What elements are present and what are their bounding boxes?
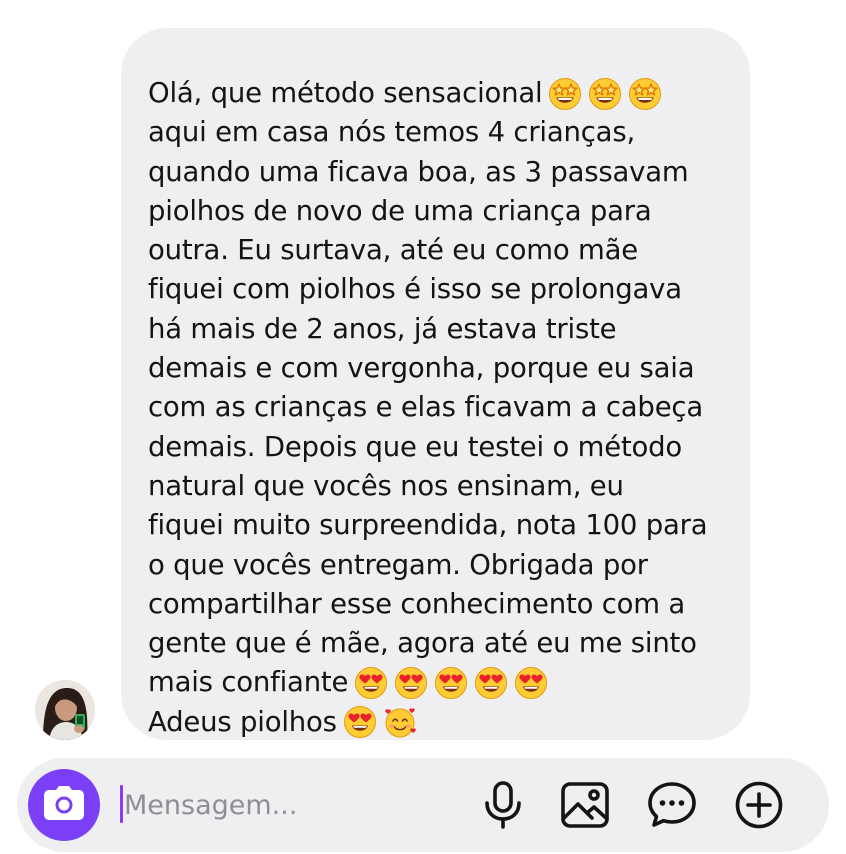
message-bubble[interactable]: Olá, que método sensacional aqui em casa … xyxy=(121,28,750,740)
heart-eyes-emoji-icon xyxy=(514,666,548,700)
sticker-button[interactable] xyxy=(642,775,702,835)
gallery-button[interactable] xyxy=(555,775,615,835)
heart-eyes-emoji-icon xyxy=(474,666,508,700)
sender-avatar[interactable] xyxy=(35,680,95,740)
message-line-text: compartilhar esse conhecimento com a xyxy=(148,587,686,620)
message-line: gente que é mãe, agora até eu me sinto xyxy=(148,624,728,663)
message-input[interactable] xyxy=(124,780,454,830)
plus-circle-icon xyxy=(735,781,783,829)
microphone-icon xyxy=(483,781,523,829)
camera-icon xyxy=(44,786,84,824)
message-line: demais e com vergonha, porque eu saia xyxy=(148,349,728,388)
message-line-text: o que vocês entregam. Obrigada por xyxy=(148,548,648,581)
heart-eyes-emoji-icon xyxy=(354,666,388,700)
heart-eyes-emoji-icon xyxy=(343,705,377,739)
message-line: aqui em casa nós temos 4 crianças, xyxy=(148,113,728,152)
message-line: Adeus piolhos xyxy=(148,703,728,742)
message-line-text: demais e com vergonha, porque eu saia xyxy=(148,352,695,385)
message-line: com as crianças e elas ficavam a cabeça xyxy=(148,388,728,427)
message-line-text: demais. Depois que eu testei o método xyxy=(148,430,683,463)
message-line-text: há mais de 2 anos, já estava triste xyxy=(148,312,617,345)
chat-thread: Olá, que método sensacional aqui em casa … xyxy=(0,0,846,854)
smiling-face-with-hearts-emoji-icon xyxy=(383,705,417,739)
message-line-text: natural que vocês nos ensinam, eu xyxy=(148,469,624,502)
message-line: o que vocês entregam. Obrigada por xyxy=(148,546,728,585)
message-line: fiquei muito surpreendida, nota 100 para xyxy=(148,506,728,545)
message-line: fiquei com piolhos é isso se prolongava xyxy=(148,270,728,309)
camera-button[interactable] xyxy=(28,769,100,841)
heart-eyes-emoji-icon xyxy=(434,666,468,700)
message-line-text: mais confiante xyxy=(148,666,349,699)
message-composer xyxy=(17,758,829,852)
chat-bubble-icon xyxy=(648,782,696,828)
add-button[interactable] xyxy=(729,775,789,835)
message-line-text: Adeus piolhos xyxy=(148,705,337,738)
message-line-text: piolhos de novo de uma criança para xyxy=(148,194,652,227)
message-line: quando uma ficava boa, as 3 passavam xyxy=(148,153,728,192)
message-line-text: outra. Eu surtava, até eu como mãe xyxy=(148,234,638,267)
message-line: Olá, que método sensacional xyxy=(148,74,728,113)
message-line: mais confiante xyxy=(148,663,728,702)
message-line-text: fiquei com piolhos é isso se prolongava xyxy=(148,273,682,306)
star-struck-emoji-icon xyxy=(548,77,582,111)
message-line: demais. Depois que eu testei o método xyxy=(148,428,728,467)
message-line: há mais de 2 anos, já estava triste xyxy=(148,310,728,349)
message-line-text: com as crianças e elas ficavam a cabeça xyxy=(148,391,703,424)
message-line-text: quando uma ficava boa, as 3 passavam xyxy=(148,155,689,188)
heart-eyes-emoji-icon xyxy=(394,666,428,700)
message-line: natural que vocês nos ensinam, eu xyxy=(148,467,728,506)
text-cursor xyxy=(120,785,123,823)
image-icon xyxy=(561,782,609,828)
message-line-text: aqui em casa nós temos 4 crianças, xyxy=(148,116,635,149)
microphone-button[interactable] xyxy=(473,775,533,835)
message-line-text: fiquei muito surpreendida, nota 100 para xyxy=(148,509,708,542)
message-line: outra. Eu surtava, até eu como mãe xyxy=(148,231,728,270)
message-line: piolhos de novo de uma criança para xyxy=(148,192,728,231)
star-struck-emoji-icon xyxy=(628,77,662,111)
message-line-text: Olá, que método sensacional xyxy=(148,77,543,109)
star-struck-emoji-icon xyxy=(588,77,622,111)
message-line-text: gente que é mãe, agora até eu me sinto xyxy=(148,627,697,660)
message-line: compartilhar esse conhecimento com a xyxy=(148,585,728,624)
